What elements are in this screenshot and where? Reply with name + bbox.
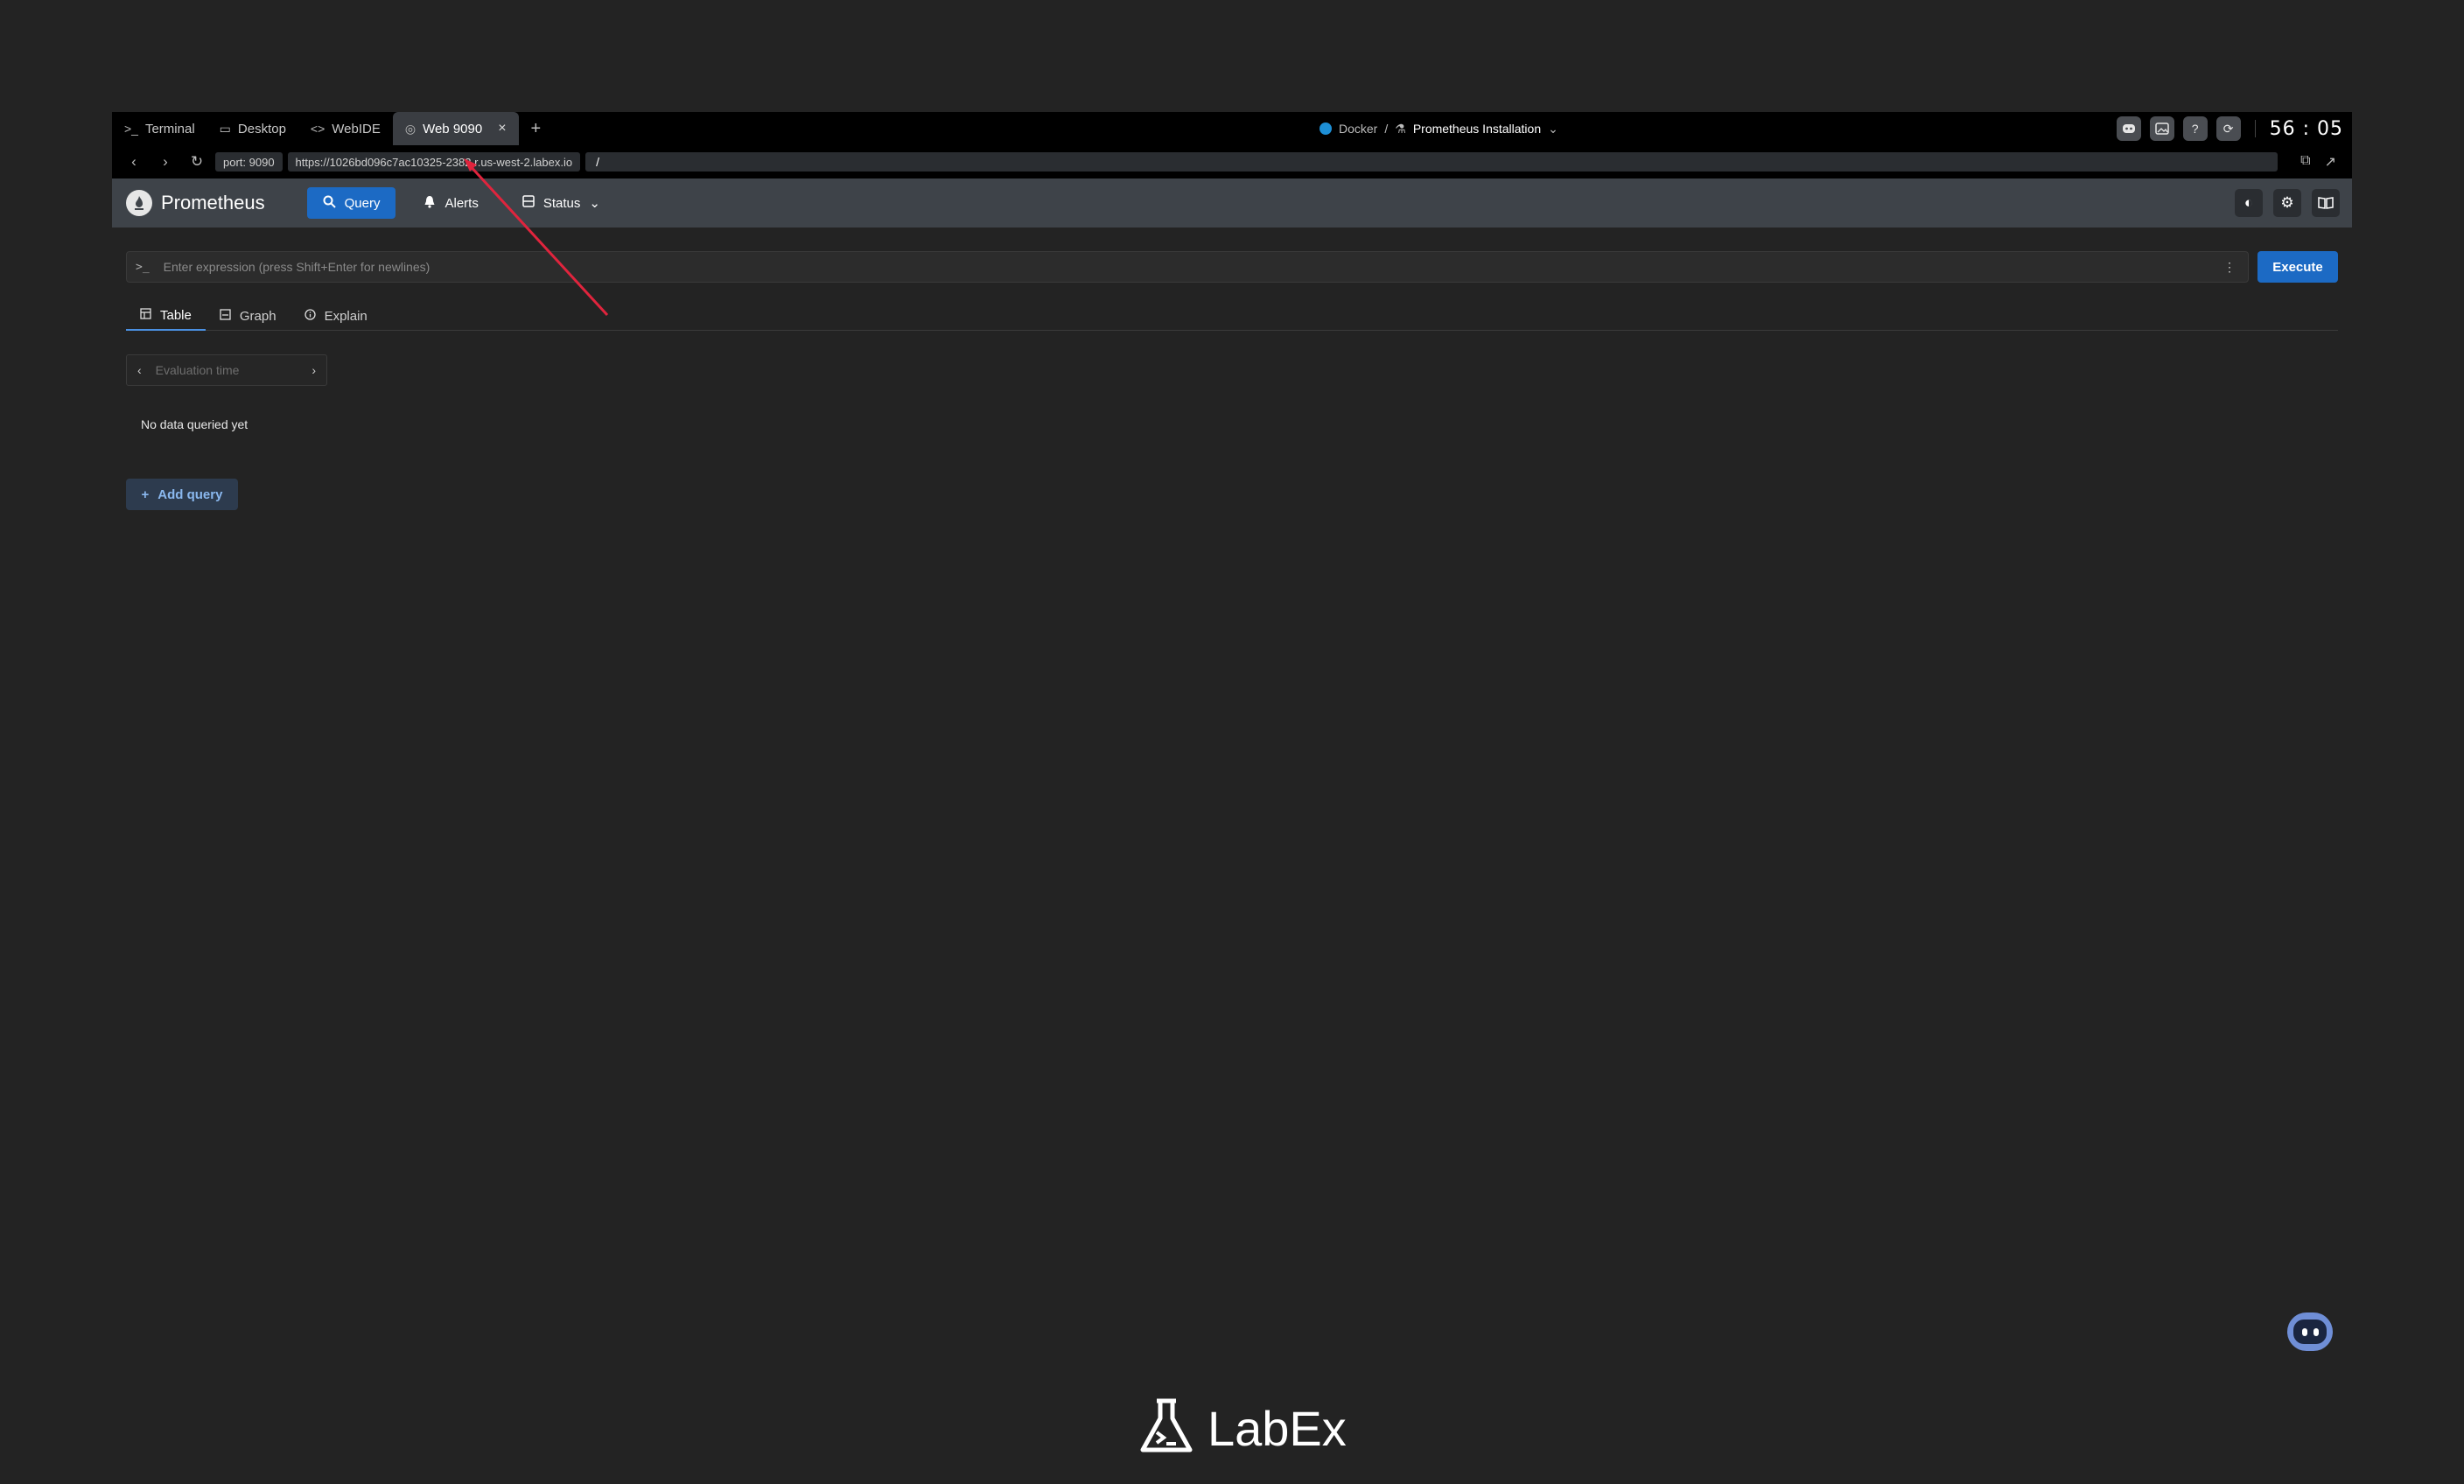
graph-icon [220, 308, 231, 324]
breadcrumb: Docker / ⚗ Prometheus Installation ⌄ [1320, 112, 1558, 145]
server-icon [522, 195, 535, 211]
labex-logo: LabEx [1138, 1396, 1347, 1460]
info-icon [304, 308, 316, 324]
terminal-icon: >_ [124, 122, 138, 136]
code-icon: <> [310, 122, 326, 136]
flask-icon: ⚗ [1395, 121, 1406, 136]
assistant-bot-icon[interactable] [2287, 1312, 2333, 1351]
execute-button[interactable]: Execute [2258, 251, 2338, 283]
terminal-prompt-icon: >_ [136, 260, 150, 274]
evaluation-time-placeholder: Evaluation time [155, 363, 240, 377]
chevron-down-icon[interactable]: ⌄ [1548, 122, 1558, 136]
flask-logo-icon [1138, 1397, 1195, 1460]
app-title[interactable]: Prometheus [161, 192, 265, 214]
workspace-topbar: >_ Terminal ▭ Desktop <> WebIDE ◎ Web 90… [112, 112, 2352, 145]
tab-label: Desktop [237, 121, 286, 136]
bell-icon [424, 195, 436, 212]
forward-icon[interactable]: › [152, 153, 178, 171]
bot-face [2293, 1320, 2327, 1344]
refresh-icon[interactable]: ⟳ [2216, 116, 2241, 141]
tab-table[interactable]: Table [126, 301, 206, 331]
chevron-right-icon[interactable]: › [312, 363, 316, 377]
more-options-icon[interactable]: ⋮ [2223, 260, 2236, 275]
tab-explain-label: Explain [324, 308, 368, 324]
add-query-label: Add query [158, 486, 223, 502]
search-icon [323, 195, 336, 212]
labex-brand: LabEx [1208, 1400, 1347, 1456]
path-input[interactable]: / [585, 152, 2278, 172]
desktop-icon: ▭ [219, 121, 231, 136]
breadcrumb-separator: / [1384, 122, 1389, 136]
topbar-actions: ? ⟳ 56 : 05 [2116, 112, 2343, 145]
app-header: Prometheus Query Alerts Status ⌄ ◐ ⚙ [112, 178, 2352, 228]
tab-graph-label: Graph [239, 308, 276, 324]
bot-eye [2301, 1327, 2307, 1336]
nav-alerts[interactable]: Alerts [408, 187, 494, 219]
tab-desktop[interactable]: ▭ Desktop [207, 112, 298, 145]
nav-query-label: Query [344, 195, 381, 211]
tab-label: Terminal [144, 121, 195, 136]
image-icon[interactable] [2149, 116, 2174, 141]
globe-icon: ◎ [404, 121, 416, 136]
external-link-icon[interactable]: ↗ [2325, 153, 2336, 171]
port-badge[interactable]: port: 9090 [215, 152, 283, 172]
breadcrumb-root[interactable]: Docker [1339, 122, 1377, 136]
book-icon[interactable] [2312, 189, 2340, 217]
expression-input[interactable]: >_ Enter expression (press Shift+Enter f… [126, 251, 2249, 283]
host-field[interactable]: https://1026bd096c7ac10325-2382.r.us-wes… [287, 152, 581, 172]
prometheus-logo-icon[interactable] [126, 190, 152, 216]
close-icon[interactable]: × [498, 121, 506, 136]
divider [2254, 120, 2256, 137]
tab-label: WebIDE [332, 121, 381, 136]
help-icon[interactable]: ? [2182, 116, 2208, 141]
gear-icon[interactable]: ⚙ [2273, 189, 2301, 217]
theme-toggle-icon[interactable]: ◐ [2235, 189, 2263, 217]
expression-placeholder: Enter expression (press Shift+Enter for … [163, 260, 430, 274]
header-actions: ◐ ⚙ [2235, 189, 2340, 217]
tab-explain[interactable]: Explain [290, 301, 382, 331]
chevron-left-icon[interactable]: ‹ [137, 363, 142, 377]
tab-graph[interactable]: Graph [206, 301, 290, 331]
reload-icon[interactable]: ↻ [184, 153, 210, 171]
nav-status-label: Status [542, 195, 581, 211]
tab-terminal[interactable]: >_ Terminal [112, 112, 207, 145]
docker-icon [1320, 122, 1332, 135]
nav-status[interactable]: Status ⌄ [507, 187, 616, 219]
evaluation-time-picker[interactable]: ‹ Evaluation time › [126, 354, 327, 386]
tab-webide[interactable]: <> WebIDE [298, 112, 393, 145]
copy-icon[interactable]: ⧉ [2300, 153, 2310, 171]
discord-icon[interactable] [2116, 116, 2141, 141]
chevron-down-icon: ⌄ [589, 196, 600, 211]
no-data-message: No data queried yet [141, 417, 248, 431]
add-query-button[interactable]: + Add query [126, 479, 238, 510]
session-timer: 56 : 05 [2269, 117, 2343, 140]
table-icon [140, 307, 151, 323]
breadcrumb-current[interactable]: Prometheus Installation [1413, 122, 1541, 136]
view-tabs: Table Graph Explain [126, 301, 2338, 331]
bot-eye [2313, 1327, 2319, 1336]
expression-row: >_ Enter expression (press Shift+Enter f… [126, 250, 2338, 284]
nav-alerts-label: Alerts [444, 195, 479, 211]
tab-web-9090[interactable]: ◎ Web 9090 × [392, 112, 519, 145]
back-icon[interactable]: ‹ [121, 153, 147, 171]
tab-table-label: Table [160, 307, 192, 323]
url-bar: ‹ › ↻ port: 9090 https://1026bd096c7ac10… [112, 145, 2352, 178]
tab-label: Web 9090 [423, 121, 483, 136]
add-tab-button[interactable]: + [519, 119, 554, 139]
plus-icon: + [141, 486, 150, 502]
nav-query[interactable]: Query [306, 187, 396, 219]
